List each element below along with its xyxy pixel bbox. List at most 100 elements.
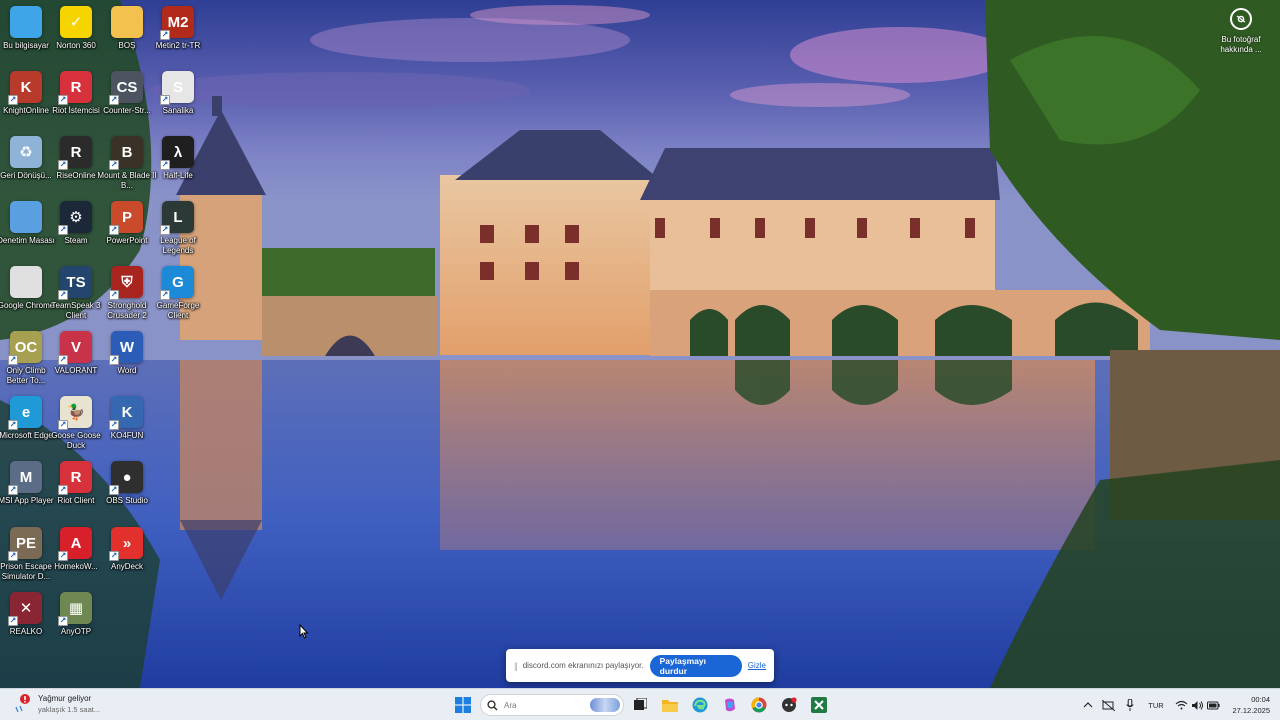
app-icon: OC ↗ bbox=[8, 331, 42, 365]
clock[interactable]: 00:04 27.12.2025 bbox=[1222, 694, 1270, 716]
desktop-icon[interactable]: ⛨ ↗ Stronghold Crusader 2 bbox=[101, 262, 153, 326]
app-icon: ♻ bbox=[10, 136, 42, 168]
desktop-icon-label: League of Legends bbox=[160, 236, 196, 255]
battery-icon[interactable] bbox=[1206, 698, 1220, 712]
desktop-icon[interactable]: W ↗ Word bbox=[101, 327, 153, 391]
wifi-icon[interactable] bbox=[1174, 698, 1188, 712]
desktop-icon[interactable]: K ↗ KO4FUN bbox=[101, 392, 153, 456]
desktop-icon[interactable]: Google Chrome bbox=[0, 262, 54, 326]
desktop-icon[interactable]: V ↗ VALORANT bbox=[50, 327, 102, 391]
app-glyph: W bbox=[119, 338, 135, 356]
app-icon: W ↗ bbox=[109, 331, 143, 365]
desktop-icon[interactable]: OC ↗ Only Climb Better To... bbox=[0, 327, 52, 391]
desktop-icon-label: AnyDeck bbox=[110, 562, 143, 571]
desktop-icon[interactable]: G ↗ GameForge Client bbox=[152, 262, 204, 326]
language-indicator[interactable]: TUR bbox=[1145, 698, 1167, 712]
desktop-icon[interactable]: 🦆 ↗ Goose Goose Duck bbox=[50, 392, 102, 456]
shortcut-arrow-icon: ↗ bbox=[8, 485, 18, 495]
app-glyph: OC bbox=[14, 338, 38, 356]
sync-off-icon[interactable] bbox=[1101, 698, 1115, 712]
shortcut-arrow-icon: ↗ bbox=[58, 290, 68, 300]
desktop-icon[interactable]: ♻ Geri Dönüşü... bbox=[0, 132, 52, 196]
app-glyph: S bbox=[172, 78, 183, 96]
app-icon: V ↗ bbox=[58, 331, 92, 365]
shortcut-arrow-icon: ↗ bbox=[8, 551, 18, 561]
app-glyph: TS bbox=[66, 273, 86, 291]
desktop-icon[interactable]: M ↗ MSI App Player bbox=[0, 457, 54, 521]
app-icon: M2 ↗ bbox=[160, 6, 194, 40]
microphone-icon[interactable] bbox=[1124, 698, 1136, 712]
weather-widget[interactable]: Yağmur geliyor yaklaşık 1.5 saat... bbox=[14, 693, 100, 715]
desktop-icon[interactable]: L ↗ League of Legends bbox=[152, 197, 204, 261]
desktop-icon[interactable]: TS ↗ TeamSpeak 3 Client bbox=[50, 262, 102, 326]
app-glyph: 🦆 bbox=[66, 403, 86, 421]
desktop-icon[interactable]: Denetim Masası bbox=[0, 197, 55, 261]
drag-handle[interactable]: || bbox=[514, 661, 518, 671]
excel-button[interactable] bbox=[808, 694, 830, 716]
desktop-icon[interactable]: λ ↗ Half-Life bbox=[152, 132, 204, 196]
edge-button[interactable] bbox=[689, 694, 711, 716]
app-glyph: R bbox=[70, 78, 82, 96]
shortcut-arrow-icon: ↗ bbox=[8, 95, 18, 105]
desktop-icon[interactable]: ✕ ↗ REALKO bbox=[0, 588, 52, 652]
desktop-icon[interactable]: e ↗ Microsoft Edge bbox=[0, 392, 53, 456]
volume-icon[interactable] bbox=[1190, 698, 1204, 712]
desktop-icon[interactable]: Bu bilgisayar bbox=[0, 2, 52, 66]
shortcut-arrow-icon: ↗ bbox=[58, 485, 68, 495]
shortcut-arrow-icon: ↗ bbox=[8, 616, 18, 626]
app-icon: A ↗ bbox=[58, 527, 92, 561]
file-explorer-button[interactable] bbox=[659, 694, 681, 716]
show-hidden-icons-chevron-icon[interactable] bbox=[1082, 698, 1094, 712]
start-button[interactable] bbox=[452, 694, 474, 716]
stop-sharing-button[interactable]: Paylaşmayı durdur bbox=[649, 654, 742, 677]
search-placeholder: Ara bbox=[504, 700, 517, 710]
task-view-button[interactable] bbox=[629, 694, 651, 716]
app-icon: ▦ ↗ bbox=[58, 592, 92, 626]
desktop-icon[interactable]: CS ↗ Counter-Str... bbox=[101, 67, 153, 131]
copilot-button[interactable] bbox=[719, 694, 741, 716]
chrome-button[interactable] bbox=[748, 694, 770, 716]
desktop-icon[interactable]: R ↗ RiseOnline bbox=[50, 132, 102, 196]
file-explorer-icon bbox=[662, 700, 678, 712]
app-icon: B ↗ bbox=[109, 136, 143, 170]
photo-info-button[interactable]: Bu fotoğraf hakkında ... bbox=[1212, 8, 1270, 55]
desktop-icon[interactable]: S ↗ Sanalika bbox=[152, 67, 204, 131]
share-message: discord.com ekranınızı paylaşıyor. bbox=[522, 661, 644, 670]
shortcut-arrow-icon: ↗ bbox=[160, 30, 170, 40]
desktop-icon[interactable]: ✓ Norton 360 bbox=[50, 2, 102, 66]
app-glyph: V bbox=[70, 338, 81, 356]
app-icon: λ ↗ bbox=[160, 136, 194, 170]
desktop-icon[interactable]: ● ↗ OBS Studio bbox=[101, 457, 153, 521]
desktop-icon[interactable]: R ↗ Riot İstemcisi bbox=[50, 67, 102, 131]
shortcut-arrow-icon: ↗ bbox=[8, 420, 18, 430]
desktop-icon[interactable]: B ↗ Mount & Blade II B... bbox=[97, 132, 157, 196]
app-glyph: K bbox=[121, 403, 133, 421]
desktop-icon[interactable]: A ↗ HomekoW... bbox=[50, 523, 102, 587]
app-glyph: M bbox=[19, 468, 33, 486]
shortcut-arrow-icon: ↗ bbox=[160, 225, 170, 235]
discord-button[interactable] bbox=[778, 694, 800, 716]
chrome-icon bbox=[751, 697, 767, 713]
desktop-icon[interactable]: ⚙ ↗ Steam bbox=[50, 197, 102, 261]
desktop-icon[interactable]: ▦ ↗ AnyOTP bbox=[50, 588, 102, 652]
desktop-icon-label: Half-Life bbox=[163, 171, 193, 180]
app-icon bbox=[10, 201, 42, 233]
copilot-icon bbox=[725, 698, 735, 712]
desktop-icon[interactable]: PE ↗ Prison Escape Simulator D... bbox=[0, 523, 52, 587]
search-highlight-icon bbox=[590, 698, 620, 712]
app-icon: ⛨ ↗ bbox=[109, 266, 143, 300]
desktop-icon[interactable]: K ↗ KnightOnline bbox=[0, 67, 52, 131]
desktop-icon[interactable]: R ↗ Riot Client bbox=[50, 457, 102, 521]
desktop-icon-label: GameForge Client bbox=[156, 301, 200, 320]
desktop-icon[interactable]: » ↗ AnyDeck bbox=[101, 523, 153, 587]
search-box[interactable]: Ara bbox=[480, 694, 624, 716]
shortcut-arrow-icon: ↗ bbox=[109, 420, 119, 430]
app-icon: ⚙ ↗ bbox=[58, 201, 92, 235]
desktop-icon[interactable]: M2 ↗ Metin2 tr-TR bbox=[152, 2, 204, 66]
desktop-icon[interactable]: P ↗ PowerPoint bbox=[101, 197, 153, 261]
app-glyph: ⚙ bbox=[69, 208, 83, 226]
app-icon bbox=[10, 6, 42, 38]
hide-link[interactable]: Gizle bbox=[748, 661, 766, 670]
desktop-icon[interactable]: BOŞ bbox=[101, 2, 153, 66]
app-icon: G ↗ bbox=[160, 266, 194, 300]
